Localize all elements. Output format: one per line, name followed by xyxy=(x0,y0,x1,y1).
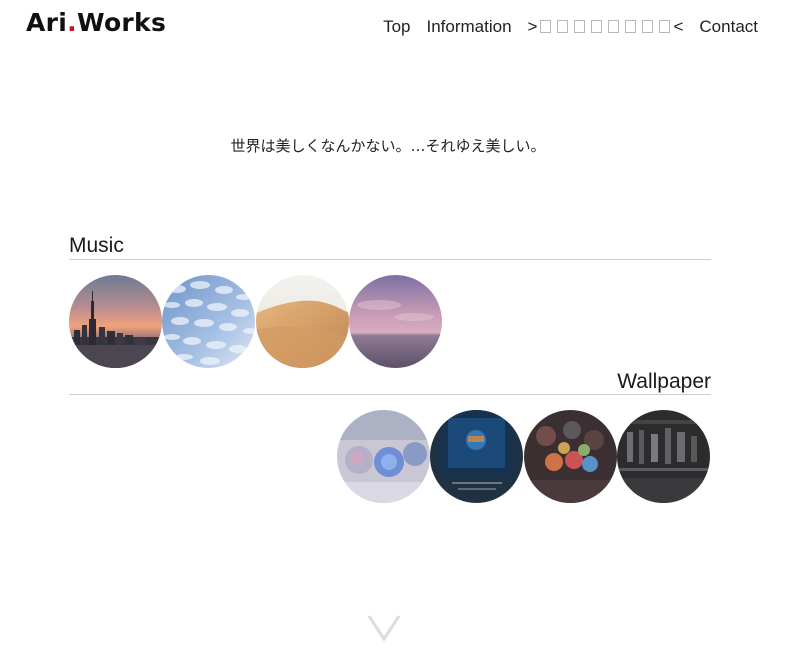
nav-garbled-close: < xyxy=(673,17,684,36)
wallpaper-section-title: Wallpaper xyxy=(617,370,711,393)
nav-top-link[interactable]: Top xyxy=(383,17,410,37)
wallpaper-divider xyxy=(69,394,711,395)
music-thumb-purple-sea[interactable] xyxy=(349,275,442,368)
missing-glyph xyxy=(591,20,603,33)
site-logo[interactable]: Ari.Works xyxy=(26,8,166,37)
missing-glyph xyxy=(557,20,569,33)
music-divider xyxy=(69,259,711,260)
main-nav: Top Information > < Contact xyxy=(383,17,758,37)
missing-glyph xyxy=(608,20,620,33)
nav-contact-link[interactable]: Contact xyxy=(699,17,758,37)
nav-information-link[interactable]: Information xyxy=(426,17,511,37)
music-thumb-city-sunset[interactable] xyxy=(69,275,162,368)
missing-glyph xyxy=(642,20,654,33)
missing-glyph xyxy=(574,20,586,33)
page: Ari.Works Top Information > < Contact 世界は… xyxy=(0,0,800,659)
chevron-down-icon[interactable] xyxy=(367,614,401,642)
wallpaper-thumb-bokeh-lights[interactable] xyxy=(524,410,617,503)
tagline: 世界は美しくなんかない。…それゆえ美しい。 xyxy=(230,137,546,155)
wallpaper-thumb-dark-interior[interactable] xyxy=(617,410,710,503)
nav-garbled-link[interactable]: > < xyxy=(528,17,684,37)
logo-suffix: Works xyxy=(76,8,167,37)
music-thumb-desert-dune[interactable] xyxy=(256,275,349,368)
logo-dot: . xyxy=(67,8,77,37)
wallpaper-thumb-underwater-night[interactable] xyxy=(430,410,523,503)
logo-prefix: Ari xyxy=(26,8,68,37)
music-section-title: Music xyxy=(69,234,124,257)
missing-glyph xyxy=(625,20,637,33)
wallpaper-thumb-blue-flowers[interactable] xyxy=(337,410,430,503)
music-thumb-cloud-sky[interactable] xyxy=(162,275,255,368)
missing-glyph xyxy=(659,20,671,33)
missing-glyph xyxy=(540,20,552,33)
nav-garbled-open: > xyxy=(527,17,538,36)
